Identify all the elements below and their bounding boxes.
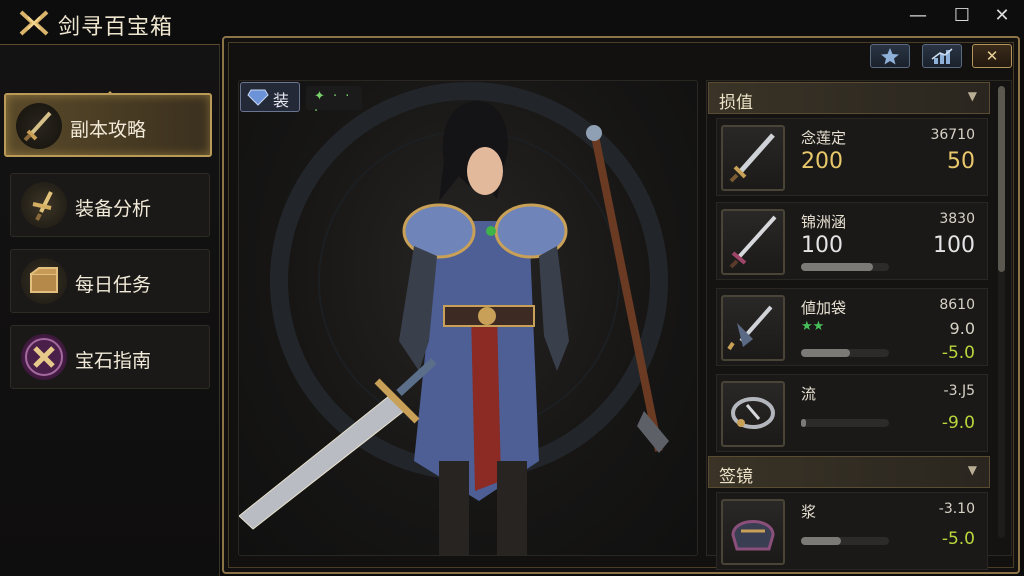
item-delta-value: -5.0: [941, 343, 975, 363]
item-sub-value: 8610: [939, 297, 975, 313]
progress-bar: [801, 537, 889, 545]
list-item[interactable]: 流 -3.J5 -9.0: [716, 374, 988, 452]
list-scrollbar[interactable]: [998, 86, 1005, 538]
item-sub-value: 3830: [939, 211, 975, 227]
section-title: 损值: [719, 93, 753, 113]
item-name: 锦洲涵: [801, 213, 847, 231]
progress-bar-fill: [801, 537, 842, 545]
favorite-button[interactable]: [870, 44, 910, 68]
item-value-right: 50: [947, 149, 975, 174]
item-value-right: 100: [933, 233, 975, 258]
close-window-button[interactable]: ✕: [990, 5, 1014, 29]
close-panel-button[interactable]: ✕: [972, 44, 1012, 68]
section-title: 签镜: [719, 467, 753, 487]
title-bar: 剑寻百宝箱 — ☐ ✕: [0, 0, 1024, 40]
section-header-values[interactable]: 损值 ▼: [708, 82, 990, 114]
item-name: 値加袋: [801, 299, 847, 317]
item-mid-value: 9.0: [949, 319, 975, 338]
chevron-down-icon: ▼: [967, 463, 977, 477]
sword-icon: [16, 103, 62, 149]
nav-item-daily-quests[interactable]: 每日任务: [10, 249, 210, 313]
dagger-icon: [21, 182, 67, 228]
list-item[interactable]: 锦洲涵 3830 100 100: [716, 202, 988, 280]
progress-bar: [801, 349, 889, 357]
left-nav-panel: 副本攻略 装备分析 每日任务 宝石指南: [0, 44, 220, 576]
item-sub-value: 36710: [930, 127, 975, 143]
character-tab[interactable]: 装: [240, 82, 300, 112]
spear-sword-icon: [721, 209, 785, 275]
item-name: 念莲定: [801, 129, 847, 147]
item-name: 流: [801, 385, 817, 403]
item-sub-value: -3.10: [938, 501, 975, 517]
app-title: 剑寻百宝箱: [58, 15, 174, 40]
crossed-swords-logo-icon: [19, 10, 49, 36]
ring-icon: [721, 381, 785, 447]
list-item[interactable]: 念莲定 36710 200 50: [716, 118, 988, 196]
minimize-button[interactable]: —: [906, 5, 930, 29]
list-item[interactable]: 値加袋 8610 ★★ 9.0 -5.0: [716, 288, 988, 366]
item-stars: ★★: [801, 319, 825, 334]
nav-item-equipment-analysis[interactable]: 装备分析: [10, 173, 210, 237]
nav-label: 装备分析: [75, 198, 152, 220]
nav-label: 副本攻略: [70, 119, 147, 141]
character-viewport[interactable]: [238, 80, 698, 556]
item-value-left: 200: [801, 149, 843, 174]
helmet-icon: [721, 499, 785, 565]
item-delta-value: -9.0: [941, 413, 975, 433]
longsword-icon: [721, 125, 785, 191]
chevron-down-icon: ▼: [967, 89, 977, 103]
diamond-gem-icon: [247, 89, 269, 106]
item-sub-value: -3.J5: [943, 383, 975, 399]
character-tab-label: 装: [273, 91, 290, 110]
trident-icon: [721, 295, 785, 361]
nav-item-gem-guide[interactable]: 宝石指南: [10, 325, 210, 389]
chest-icon: [21, 258, 67, 304]
item-value-left: 100: [801, 233, 843, 258]
nav-item-dungeon-guide[interactable]: 副本攻略: [4, 93, 212, 157]
nav-label: 每日任务: [75, 274, 152, 296]
section-header-appearance[interactable]: 签镜 ▼: [708, 456, 990, 488]
character-figure: [239, 82, 669, 555]
character-sub-indicator: ✦ · · ·: [306, 86, 362, 119]
item-name: 浆: [801, 503, 817, 521]
item-delta-value: -5.0: [941, 529, 975, 549]
progress-bar-fill: [801, 419, 807, 427]
list-item[interactable]: 浆 -3.10 -5.0: [716, 492, 988, 570]
progress-bar-fill: [801, 263, 874, 271]
chart-icon: [931, 48, 953, 64]
nav-label: 宝石指南: [75, 350, 152, 372]
progress-bar: [801, 419, 889, 427]
character-sub-text: ✦ · · ·: [314, 89, 352, 119]
stats-button[interactable]: [922, 44, 962, 68]
progress-bar-fill: [801, 349, 851, 357]
maximize-button[interactable]: ☐: [950, 5, 974, 29]
gem-icon: [21, 334, 67, 380]
star-icon: [881, 48, 899, 65]
scrollbar-thumb[interactable]: [998, 86, 1005, 272]
progress-bar: [801, 263, 889, 271]
